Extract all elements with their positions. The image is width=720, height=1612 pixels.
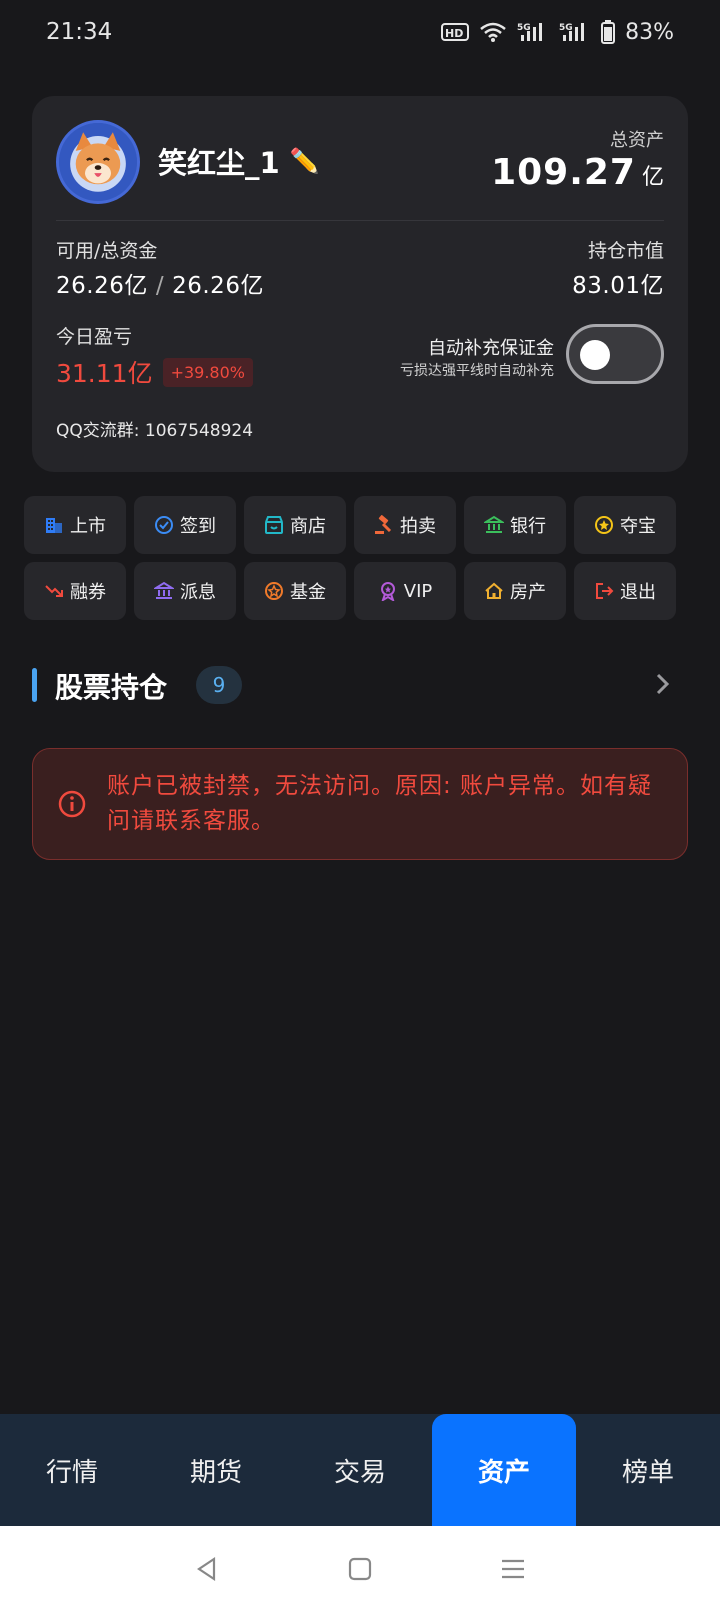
function-label: 上市 [70,516,106,537]
function-label: 融券 [70,582,106,603]
bottom-nav: 行情 期货 交易 资产 榜单 [0,1414,720,1526]
shiba-avatar-icon [59,123,137,201]
available-funds: 26.26亿 / 26.26亿 [56,266,264,300]
home-square-icon[interactable] [345,1554,375,1584]
status-icons: HD 5G 5G 83% [441,20,674,45]
total-assets: 109.27 亿 [491,152,664,193]
tab-futures[interactable]: 期货 [144,1414,288,1526]
today-pnl-percent-badge: +39.80% [162,357,253,387]
function-short-selling[interactable]: 融券 [24,562,126,620]
total-assets-unit: 亿 [641,165,664,190]
username-row: 笑红尘_1 ✏️ [158,140,320,182]
function-label: 银行 [510,516,546,537]
logout-icon [594,581,614,601]
trend-down-icon [44,581,64,601]
function-label: 夺宝 [620,516,656,537]
account-card: 笑红尘_1 ✏️ 总资产 109.27 亿 可用/总资金 26.26亿/26.2… [32,96,688,472]
star-coin-icon [594,515,614,535]
star-circle-icon [264,581,284,601]
holding-value-label: 持仓市值 [587,240,664,262]
svg-text:HD: HD [445,27,463,40]
holdings-count-badge: 9 [196,666,242,704]
status-bar: 21:34 HD 5G 5G 83% [0,0,720,64]
function-label: 商店 [290,516,326,537]
total-assets-label: 总资产 [610,130,664,151]
edit-pencil-icon[interactable]: ✏️ [290,147,320,175]
function-fund[interactable]: 基金 [244,562,346,620]
function-label: 派息 [180,582,216,603]
signal-5g-icon-2: 5G [559,21,591,43]
chevron-right-icon[interactable] [648,670,676,698]
function-treasure[interactable]: 夺宝 [574,496,676,554]
gavel-icon [374,515,394,535]
available-funds-label: 可用/总资金 [56,240,158,262]
status-time: 21:34 [46,19,113,45]
auto-margin-subtitle: 亏损达强平线时自动补充 [400,363,554,379]
system-nav-bar [0,1526,720,1612]
house-icon [484,581,504,601]
function-bank[interactable]: 银行 [464,496,566,554]
alert-message: 账户已被封禁，无法访问。原因: 账户异常。如有疑问请联系客服。 [107,773,653,834]
account-banned-alert: 账户已被封禁，无法访问。原因: 账户异常。如有疑问请联系客服。 [32,748,688,860]
avatar[interactable] [56,120,140,204]
funds-separator: / [155,273,165,299]
check-circle-icon [154,515,174,535]
hd-icon: HD [441,22,470,42]
info-circle-icon [58,790,86,818]
qq-group: QQ交流群: 1067548924 [56,421,254,441]
function-shop[interactable]: 商店 [244,496,346,554]
back-triangle-icon[interactable] [192,1554,222,1584]
shop-icon [264,515,284,535]
function-label: 退出 [620,582,656,603]
today-pnl-value: 31.11亿 [56,359,153,388]
battery-icon [601,20,616,44]
bank-icon [154,581,174,601]
function-label: VIP [403,580,433,602]
username: 笑红尘_1 [158,146,280,180]
today-pnl-label: 今日盈亏 [56,326,133,348]
battery-level: 83% [625,19,674,45]
medal-icon [378,581,398,601]
building-icon [44,515,64,535]
holdings-title: 股票持仓 [55,671,168,704]
tab-assets[interactable]: 资产 [432,1414,576,1526]
tab-leaderboard[interactable]: 榜单 [576,1414,720,1526]
wifi-icon [479,21,507,43]
function-logout[interactable]: 退出 [574,562,676,620]
auto-margin-title: 自动补充保证金 [428,338,554,359]
function-label: 房产 [510,582,546,603]
function-listing[interactable]: 上市 [24,496,126,554]
function-dividend[interactable]: 派息 [134,562,236,620]
tab-market[interactable]: 行情 [0,1414,144,1526]
menu-lines-icon[interactable] [498,1554,528,1584]
function-checkin[interactable]: 签到 [134,496,236,554]
today-pnl-row: 31.11亿 +39.80% [56,354,253,390]
tab-trade[interactable]: 交易 [288,1414,432,1526]
function-real-estate[interactable]: 房产 [464,562,566,620]
function-label: 拍卖 [400,516,436,537]
toggle-knob [580,340,610,370]
total-assets-value: 109.27 [491,152,636,193]
function-label: 签到 [180,516,216,537]
function-label: 基金 [290,582,326,603]
bank-icon [484,515,504,535]
holding-value: 83.01亿 [572,273,664,299]
total-funds-value: 26.26亿 [172,273,264,299]
function-grid: 上市 签到 商店 拍卖 银行 夺宝 融券 派息 基金 VIP 房产 退出 [24,496,696,620]
section-accent-bar [32,668,37,702]
available-funds-value: 26.26亿 [56,273,148,299]
auto-margin-toggle[interactable] [566,324,664,384]
function-vip[interactable]: VIP [354,562,456,620]
signal-5g-icon: 5G [517,21,549,43]
function-auction[interactable]: 拍卖 [354,496,456,554]
card-divider [56,220,664,221]
